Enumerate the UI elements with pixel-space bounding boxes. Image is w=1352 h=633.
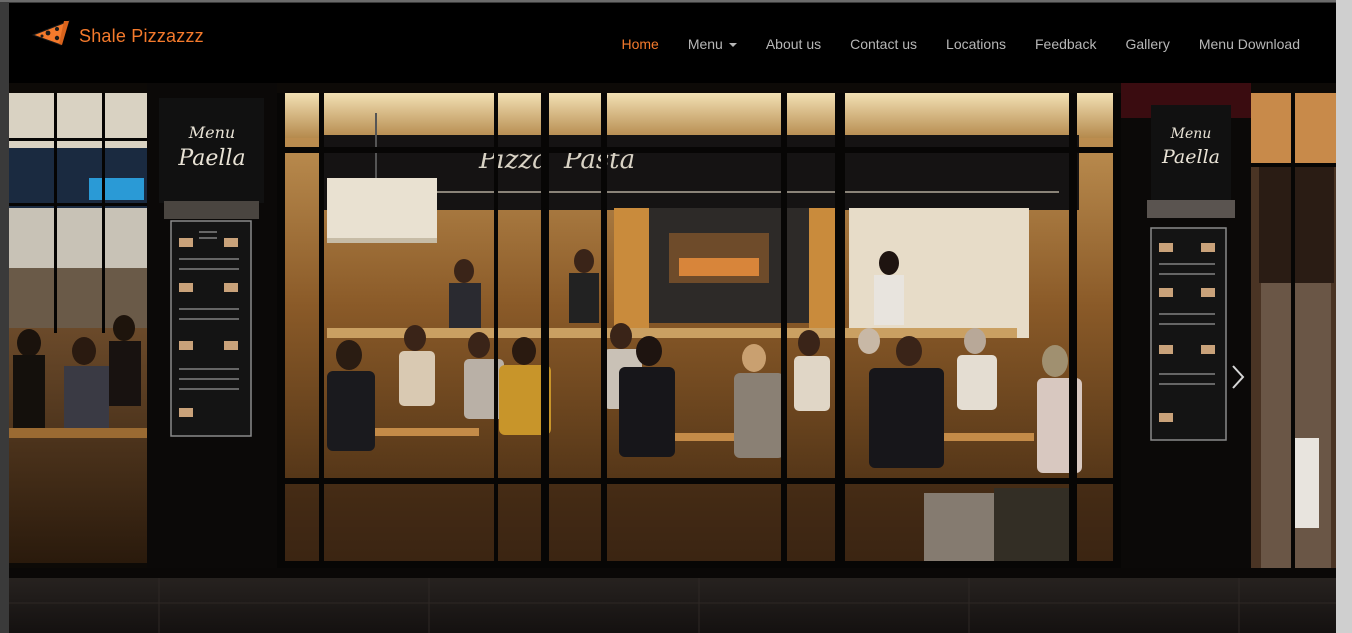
nav-about-label: About us bbox=[765, 36, 822, 52]
hero-carousel: Menu Paella Pizza Pasta Menu Paella bbox=[9, 83, 1336, 633]
main-nav: Home Menu About us Contact us Locations … bbox=[592, 36, 1300, 54]
nav-gallery[interactable]: Gallery bbox=[1125, 36, 1169, 52]
navbar: Shale Pizzazzz Home Menu About us Contac… bbox=[9, 3, 1336, 83]
chevron-right-icon bbox=[1232, 365, 1245, 389]
nav-contact-label: Contact us bbox=[850, 36, 918, 52]
nav-contact-us[interactable]: Contact us bbox=[850, 36, 917, 52]
nav-menu-download-label: Menu Download bbox=[1198, 36, 1300, 52]
page: Shale Pizzazzz Home Menu About us Contac… bbox=[0, 0, 1352, 633]
nav-menu-label: Menu bbox=[687, 36, 723, 52]
nav-feedback-label: Feedback bbox=[1034, 36, 1097, 52]
brand-link[interactable]: Shale Pizzazzz bbox=[31, 19, 204, 54]
pizza-slice-icon bbox=[31, 19, 71, 54]
nav-feedback[interactable]: Feedback bbox=[1035, 36, 1096, 52]
carousel-next-button[interactable] bbox=[1230, 363, 1246, 391]
nav-locations-label: Locations bbox=[946, 36, 1006, 52]
top-border bbox=[0, 0, 1352, 2]
nav-gallery-label: Gallery bbox=[1125, 36, 1170, 52]
caret-down-icon bbox=[728, 43, 737, 47]
restaurant-storefront-image: Menu Paella Pizza Pasta Menu Paella bbox=[9, 83, 1336, 633]
brand-name: Shale Pizzazzz bbox=[79, 26, 204, 46]
nav-home[interactable]: Home bbox=[621, 36, 658, 52]
nav-menu-download[interactable]: Menu Download bbox=[1199, 36, 1300, 52]
svg-text:Menu: Menu bbox=[1170, 126, 1212, 142]
nav-home-label: Home bbox=[621, 36, 659, 52]
svg-text:Menu: Menu bbox=[188, 123, 235, 142]
nav-locations[interactable]: Locations bbox=[946, 36, 1006, 52]
svg-text:Paella: Paella bbox=[1161, 146, 1220, 168]
nav-about-us[interactable]: About us bbox=[766, 36, 821, 52]
nav-menu-dropdown[interactable]: Menu bbox=[688, 36, 737, 52]
svg-text:Paella: Paella bbox=[177, 146, 245, 171]
scrollbar-track[interactable] bbox=[1336, 0, 1352, 633]
